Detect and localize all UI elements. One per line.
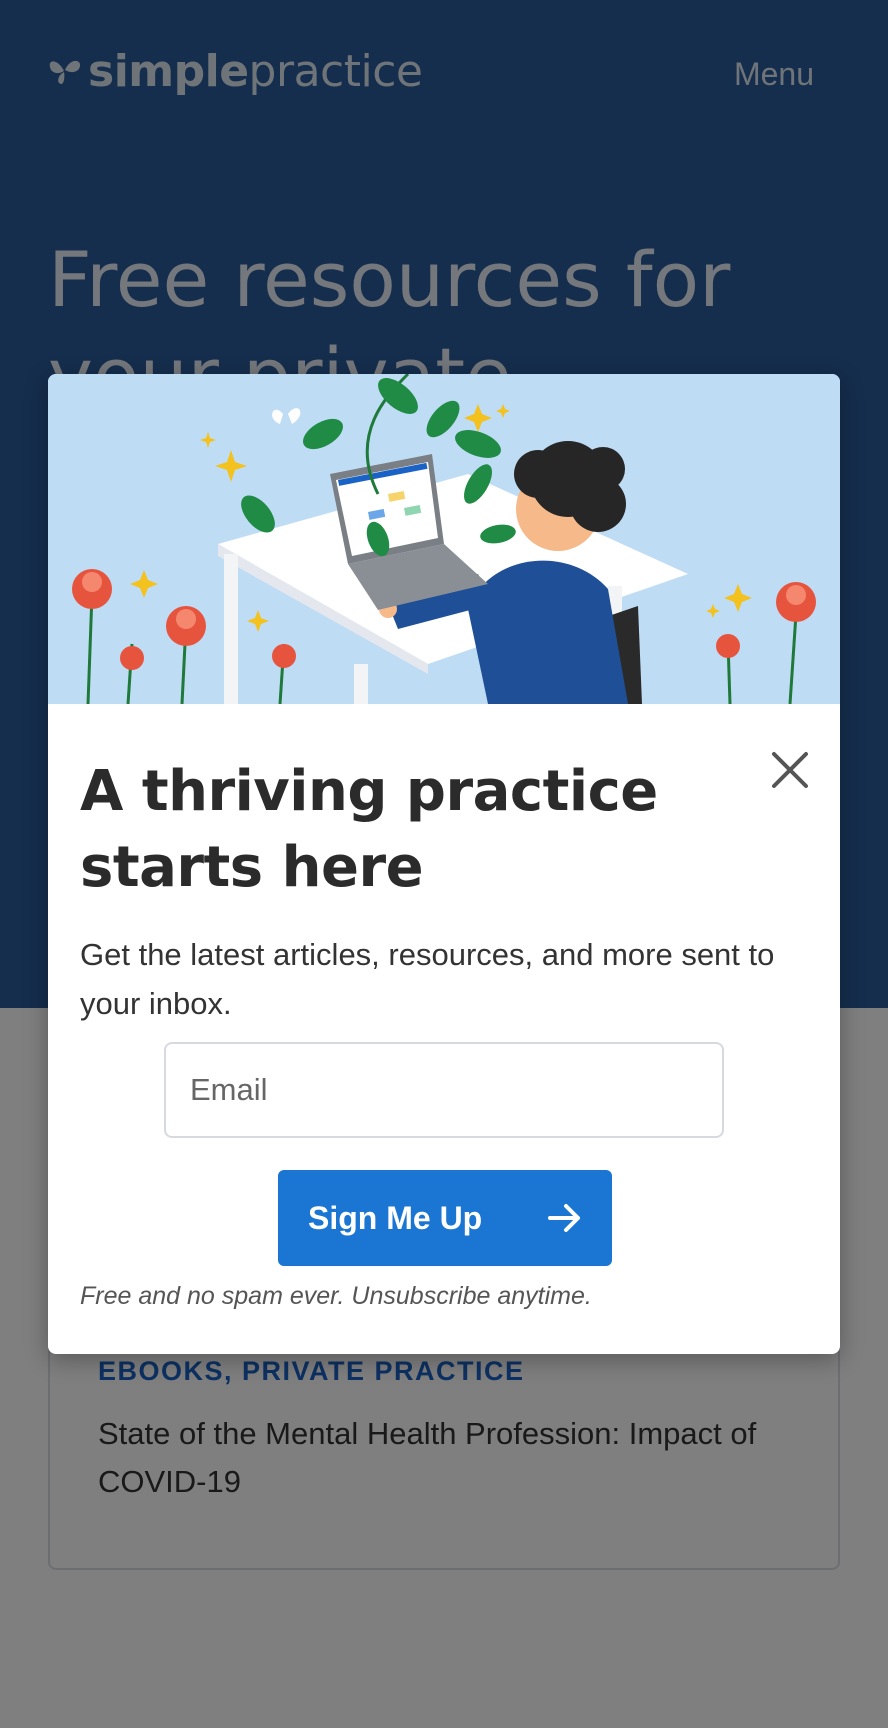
fineprint-text: Free and no spam ever. Unsubscribe anyti… bbox=[80, 1282, 592, 1310]
modal-illustration bbox=[48, 374, 840, 704]
modal-title: A thriving practice starts here bbox=[80, 759, 658, 900]
email-field[interactable] bbox=[164, 1042, 724, 1138]
sign-up-label: Sign Me Up bbox=[308, 1199, 483, 1236]
sign-up-button[interactable]: Sign Me Up bbox=[278, 1170, 612, 1266]
modal-description: Get the latest articles, resources, and … bbox=[80, 937, 775, 1021]
arrow-right-icon bbox=[548, 1204, 580, 1232]
page: simplepractice Menu Free resources for y… bbox=[0, 0, 888, 1728]
signup-modal: A thriving practice starts here Get the … bbox=[48, 374, 840, 1354]
